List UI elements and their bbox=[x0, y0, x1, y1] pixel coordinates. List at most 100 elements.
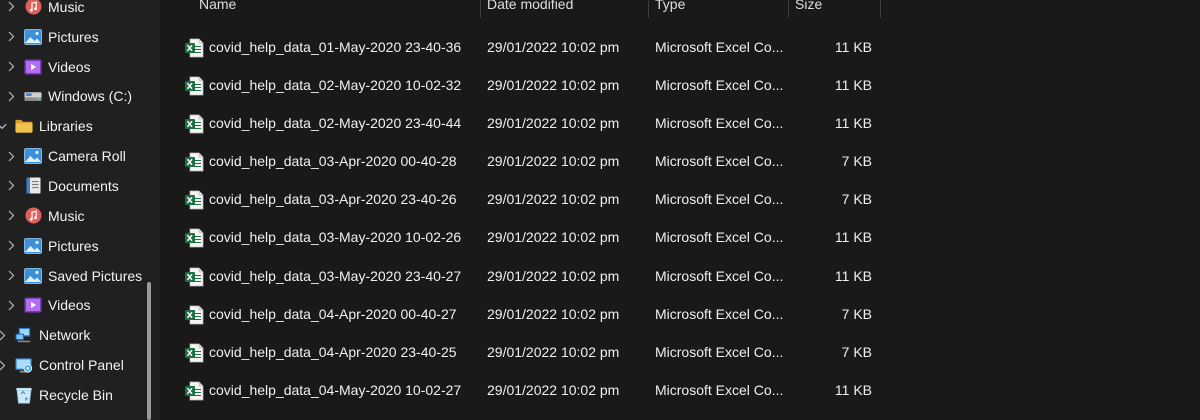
nav-item-label: Videos bbox=[48, 58, 91, 75]
file-name[interactable]: covid_help_data_03-Apr-2020 00-40-28 bbox=[209, 153, 457, 169]
table-row[interactable]: covid_help_data_03-Apr-2020 00-40-28 29/0… bbox=[160, 143, 1200, 181]
excel-file-icon bbox=[184, 343, 204, 363]
chevron-right-icon[interactable] bbox=[6, 1, 16, 13]
table-row[interactable]: covid_help_data_03-May-2020 10-02-26 29/0… bbox=[160, 219, 1200, 257]
excel-file-icon bbox=[184, 38, 204, 58]
file-date-modified: 29/01/2022 10:02 pm bbox=[487, 267, 620, 284]
chevron-right-icon[interactable] bbox=[6, 90, 16, 102]
file-type: Microsoft Excel Co... bbox=[655, 267, 783, 284]
file-type: Microsoft Excel Co... bbox=[655, 191, 783, 208]
table-row[interactable]: covid_help_data_04-Apr-2020 23-40-25 29/0… bbox=[160, 334, 1200, 372]
file-size: 7 KB bbox=[841, 305, 872, 322]
music-icon bbox=[24, 0, 42, 16]
excel-file-icon bbox=[184, 190, 204, 210]
nav-item-label: Pictures bbox=[48, 237, 99, 254]
file-size: 7 KB bbox=[841, 191, 872, 208]
nav-item-label: Libraries bbox=[39, 118, 93, 135]
table-row[interactable]: covid_help_data_03-Apr-2020 23-40-26 29/0… bbox=[160, 181, 1200, 219]
chevron-right-icon[interactable] bbox=[6, 299, 16, 311]
file-name[interactable]: covid_help_data_03-Apr-2020 23-40-26 bbox=[209, 191, 457, 207]
nav-item-label: Documents bbox=[48, 177, 119, 194]
file-date-modified: 29/01/2022 10:02 pm bbox=[487, 191, 620, 208]
file-date-modified: 29/01/2022 10:02 pm bbox=[487, 115, 620, 132]
chevron-right-icon[interactable] bbox=[6, 270, 16, 282]
file-date-modified: 29/01/2022 10:02 pm bbox=[487, 229, 620, 246]
file-rows: covid_help_data_01-May-2020 23-40-36 29/0… bbox=[160, 29, 1200, 410]
column-header: Name Date modified Type Size bbox=[160, 0, 1200, 18]
nav-item-label: Windows (C:) bbox=[48, 88, 133, 105]
file-name[interactable]: covid_help_data_03-May-2020 23-40-27 bbox=[209, 268, 461, 284]
navigation-tree: Music Pictures Videos Windows (C:) Libra… bbox=[0, 0, 146, 410]
chevron-right-icon[interactable] bbox=[6, 210, 16, 222]
column-divider[interactable] bbox=[480, 0, 481, 18]
file-type: Microsoft Excel Co... bbox=[655, 343, 783, 360]
column-header-date-modified[interactable]: Date modified bbox=[487, 0, 573, 12]
file-name[interactable]: covid_help_data_04-Apr-2020 23-40-25 bbox=[209, 344, 457, 360]
nav-item-documents[interactable]: Documents bbox=[0, 171, 146, 201]
nav-item-recycle-bin[interactable]: Recycle Bin bbox=[0, 380, 146, 410]
videos-icon bbox=[24, 296, 42, 314]
file-name[interactable]: covid_help_data_03-May-2020 10-02-26 bbox=[209, 229, 461, 245]
nav-item-library-videos[interactable]: Videos bbox=[0, 290, 146, 320]
nav-item-label: Recycle Bin bbox=[39, 386, 113, 403]
file-type: Microsoft Excel Co... bbox=[655, 39, 783, 55]
file-size: 7 KB bbox=[841, 153, 872, 170]
nav-item-camera-roll[interactable]: Camera Roll bbox=[0, 141, 146, 171]
chevron-right-icon[interactable] bbox=[0, 329, 7, 341]
nav-item-control-panel[interactable]: Control Panel bbox=[0, 350, 146, 380]
pictures-icon bbox=[24, 267, 42, 285]
file-date-modified: 29/01/2022 10:02 pm bbox=[487, 39, 620, 55]
file-name[interactable]: covid_help_data_01-May-2020 23-40-36 bbox=[209, 39, 461, 55]
chevron-right-icon[interactable] bbox=[6, 61, 16, 73]
column-divider[interactable] bbox=[880, 0, 881, 18]
file-name[interactable]: covid_help_data_04-May-2020 10-02-27 bbox=[209, 382, 461, 398]
chevron-right-icon[interactable] bbox=[6, 150, 16, 162]
file-size: 11 KB bbox=[834, 115, 872, 132]
nav-item-label: Saved Pictures bbox=[48, 267, 143, 284]
file-type: Microsoft Excel Co... bbox=[655, 229, 783, 246]
excel-file-icon bbox=[184, 267, 204, 287]
excel-file-icon bbox=[184, 381, 204, 401]
nav-item-label: Music bbox=[48, 0, 85, 15]
nav-item-saved-pictures[interactable]: Saved Pictures bbox=[0, 261, 146, 291]
nav-item-library-music[interactable]: Music bbox=[0, 201, 146, 231]
nav-item-pictures[interactable]: Pictures bbox=[0, 22, 146, 52]
videos-icon bbox=[24, 58, 42, 76]
pictures-icon bbox=[24, 237, 42, 255]
file-type: Microsoft Excel Co... bbox=[655, 381, 783, 398]
nav-item-windows-c[interactable]: Windows (C:) bbox=[0, 82, 146, 112]
nav-item-network[interactable]: Network bbox=[0, 320, 146, 350]
excel-file-icon bbox=[184, 305, 204, 325]
drive-icon bbox=[24, 87, 42, 105]
column-header-name[interactable]: Name bbox=[199, 0, 236, 12]
chevron-right-icon[interactable] bbox=[0, 359, 7, 371]
nav-item-label: Pictures bbox=[48, 28, 99, 45]
table-row[interactable]: covid_help_data_02-May-2020 10-02-32 29/0… bbox=[160, 67, 1200, 105]
chevron-right-icon[interactable] bbox=[6, 180, 16, 192]
column-header-size[interactable]: Size bbox=[795, 0, 822, 12]
chevron-down-icon[interactable] bbox=[0, 120, 7, 132]
chevron-right-icon[interactable] bbox=[6, 31, 16, 43]
file-size: 7 KB bbox=[841, 343, 872, 360]
sidebar-scrollbar[interactable] bbox=[147, 282, 151, 420]
column-divider[interactable] bbox=[788, 0, 789, 18]
file-name[interactable]: covid_help_data_04-Apr-2020 00-40-27 bbox=[209, 306, 457, 322]
table-row[interactable]: covid_help_data_03-May-2020 23-40-27 29/0… bbox=[160, 258, 1200, 296]
chevron-right-icon[interactable] bbox=[6, 240, 16, 252]
table-row[interactable]: covid_help_data_01-May-2020 23-40-36 29/0… bbox=[160, 29, 1200, 67]
excel-file-icon bbox=[184, 76, 204, 96]
file-name[interactable]: covid_help_data_02-May-2020 10-02-32 bbox=[209, 77, 461, 93]
table-row[interactable]: covid_help_data_04-May-2020 10-02-27 29/0… bbox=[160, 372, 1200, 410]
nav-item-videos[interactable]: Videos bbox=[0, 52, 146, 82]
nav-item-library-pictures[interactable]: Pictures bbox=[0, 231, 146, 261]
column-header-type[interactable]: Type bbox=[655, 0, 685, 12]
file-name[interactable]: covid_help_data_02-May-2020 23-40-44 bbox=[209, 115, 461, 131]
table-row[interactable]: covid_help_data_04-Apr-2020 00-40-27 29/0… bbox=[160, 296, 1200, 334]
file-type: Microsoft Excel Co... bbox=[655, 77, 783, 94]
nav-item-libraries[interactable]: Libraries bbox=[0, 111, 146, 141]
column-divider[interactable] bbox=[648, 0, 649, 18]
file-list-pane: Name Date modified Type Size covid_help_… bbox=[160, 0, 1200, 420]
table-row[interactable]: covid_help_data_02-May-2020 23-40-44 29/0… bbox=[160, 105, 1200, 143]
nav-item-music[interactable]: Music bbox=[0, 0, 146, 22]
excel-file-icon bbox=[184, 228, 204, 248]
